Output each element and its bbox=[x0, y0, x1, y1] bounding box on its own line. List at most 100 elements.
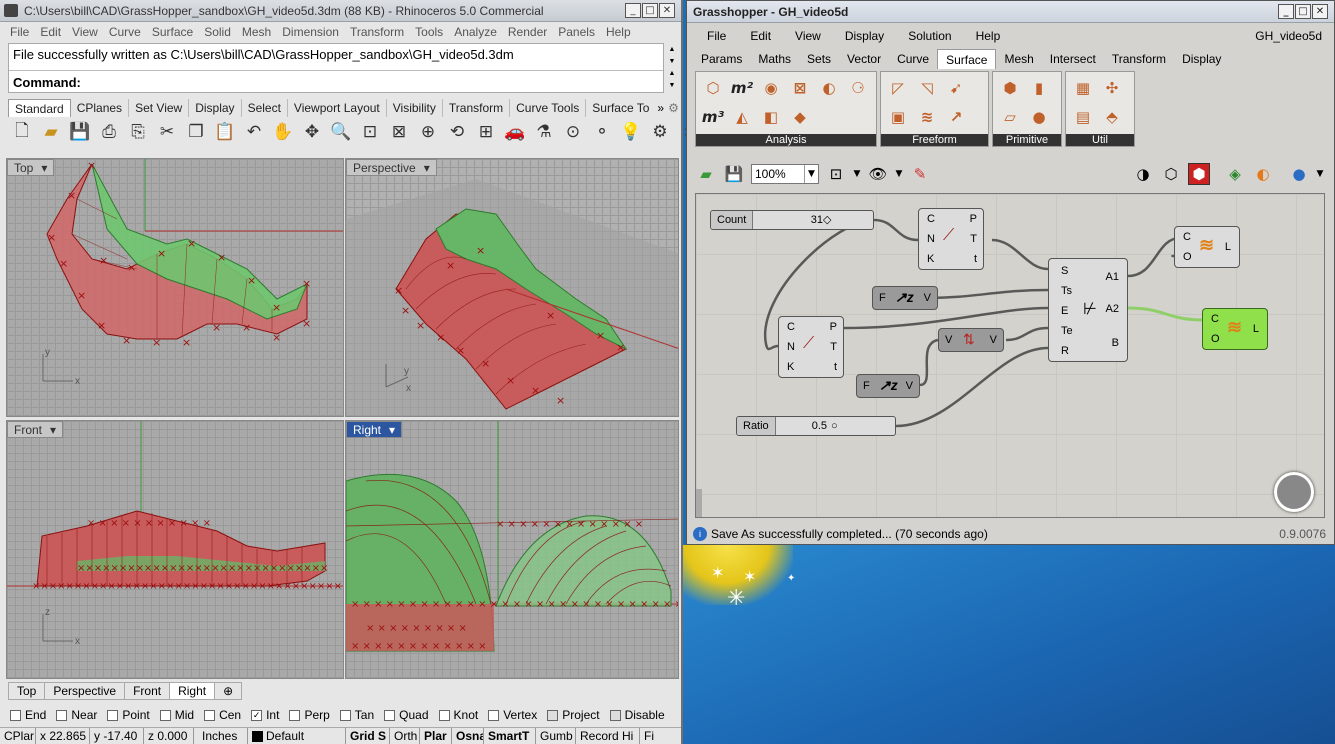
port-t-param[interactable]: t bbox=[974, 253, 977, 265]
loft-node-2[interactable]: C O ≋ L bbox=[1202, 308, 1268, 350]
undo-view-icon[interactable]: ⟲ bbox=[445, 120, 469, 144]
gh-close-button[interactable]: ✕ bbox=[1312, 4, 1328, 19]
port-p[interactable]: P bbox=[970, 213, 977, 225]
chevron-down-icon[interactable]: ▾ bbox=[41, 160, 47, 175]
properties-icon[interactable]: ⚗ bbox=[532, 120, 556, 144]
chevron-down-icon[interactable]: ▼ bbox=[804, 165, 818, 183]
tab-cplanes[interactable]: CPlanes bbox=[71, 99, 130, 117]
pan-hand-icon[interactable]: ✋ bbox=[271, 120, 295, 144]
osnap-project[interactable]: Project bbox=[547, 707, 600, 723]
export-icon[interactable]: ⎘ bbox=[126, 120, 150, 144]
info-icon[interactable]: i bbox=[693, 527, 707, 541]
chevron-down-icon[interactable]: ▼ bbox=[895, 163, 903, 185]
cut-icon[interactable]: ✂ bbox=[155, 120, 179, 144]
gh-tab-params[interactable]: Params bbox=[693, 49, 750, 69]
port-a2[interactable]: A2 bbox=[1106, 303, 1119, 315]
gh-tab-mesh[interactable]: Mesh bbox=[996, 49, 1041, 69]
gh-menu-file[interactable]: File bbox=[707, 25, 726, 47]
status-planar[interactable]: Plar bbox=[420, 728, 452, 744]
zoom-extents-icon[interactable]: ⊡ bbox=[825, 163, 847, 185]
rhino-titlebar[interactable]: C:\Users\bill\CAD\GrassHopper_sandbox\GH… bbox=[0, 0, 681, 22]
scroll-up-icon[interactable]: ▲ bbox=[665, 68, 679, 80]
menu-curve[interactable]: Curve bbox=[109, 22, 141, 42]
menu-surface[interactable]: Surface bbox=[152, 22, 193, 42]
open-file-icon[interactable]: ▰ bbox=[695, 163, 717, 185]
osnap-int[interactable]: ✓ Int bbox=[251, 707, 279, 723]
port-f[interactable]: F bbox=[879, 292, 886, 304]
maximize-button[interactable]: □ bbox=[642, 3, 658, 18]
rhino-app-icon[interactable] bbox=[4, 4, 18, 17]
port-c[interactable]: C bbox=[927, 213, 935, 225]
port-e[interactable]: E bbox=[1061, 305, 1068, 317]
osnap-mid[interactable]: Mid bbox=[159, 707, 194, 723]
gh-tab-vector[interactable]: Vector bbox=[839, 49, 889, 69]
port-c[interactable]: C bbox=[1211, 313, 1219, 325]
menu-analyze[interactable]: Analyze bbox=[454, 22, 497, 42]
new-file-icon[interactable]: 🗋 bbox=[10, 120, 34, 144]
flip-curve-node-1[interactable]: F ↗z V bbox=[872, 286, 938, 310]
tab-viewport-layout[interactable]: Viewport Layout bbox=[288, 99, 387, 117]
osnap-quad[interactable]: Quad bbox=[384, 707, 429, 723]
divide-surface-icon[interactable]: ▦ bbox=[1070, 76, 1096, 100]
volume-icon[interactable]: m³ bbox=[700, 105, 726, 129]
menu-render[interactable]: Render bbox=[508, 22, 547, 42]
chevron-down-icon[interactable]: ▾ bbox=[389, 422, 395, 437]
paste-icon[interactable]: 📋 bbox=[213, 120, 237, 144]
osnap-knot[interactable]: Knot bbox=[438, 707, 478, 723]
principal-curvature-icon[interactable]: ◆ bbox=[787, 105, 813, 129]
tab-standard[interactable]: Standard bbox=[8, 99, 71, 117]
brep-edges-icon[interactable]: ◉ bbox=[758, 76, 784, 100]
slider-handle-icon[interactable]: ○ bbox=[831, 417, 838, 435]
status-layer[interactable]: Default bbox=[248, 728, 346, 744]
zoom-extents-icon[interactable]: ⊠ bbox=[387, 120, 411, 144]
sweep-icon[interactable]: ↗ bbox=[943, 105, 969, 129]
port-r[interactable]: R bbox=[1061, 345, 1069, 357]
gh-menu-help[interactable]: Help bbox=[976, 25, 1001, 47]
menu-file[interactable]: File bbox=[10, 22, 29, 42]
gh-menu-edit[interactable]: Edit bbox=[750, 25, 771, 47]
osnap-tan[interactable]: Tan bbox=[339, 707, 374, 723]
loft-icon[interactable]: ≋ bbox=[914, 105, 940, 129]
port-p[interactable]: P bbox=[830, 321, 837, 333]
vp-tab-top[interactable]: Top bbox=[8, 682, 46, 700]
osculating-icon[interactable]: ◧ bbox=[758, 105, 784, 129]
port-v[interactable]: V bbox=[945, 334, 952, 346]
port-c[interactable]: C bbox=[787, 321, 795, 333]
edge-surface-icon[interactable]: ▣ bbox=[885, 105, 911, 129]
menu-edit[interactable]: Edit bbox=[40, 22, 61, 42]
port-t[interactable]: T bbox=[970, 233, 977, 245]
4point-surface-icon[interactable]: ◸ bbox=[885, 76, 911, 100]
zoom-selected-icon[interactable]: ⊕ bbox=[416, 120, 440, 144]
viewport-label-perspective[interactable]: Perspective ▾ bbox=[346, 159, 437, 176]
canvas-navigator[interactable] bbox=[1274, 472, 1314, 512]
reverse-vector-node[interactable]: V ⇅ V bbox=[938, 328, 1004, 352]
gh-maximize-button[interactable]: □ bbox=[1295, 4, 1311, 19]
area-icon[interactable]: m² bbox=[729, 76, 755, 100]
four-view-icon[interactable]: ⊞ bbox=[474, 120, 498, 144]
osnap-cen[interactable]: Cen bbox=[204, 707, 241, 723]
gh-menu-solution[interactable]: Solution bbox=[908, 25, 951, 47]
menu-panels[interactable]: Panels bbox=[558, 22, 595, 42]
menu-tools[interactable]: Tools bbox=[415, 22, 443, 42]
plane-surface-icon[interactable]: ▱ bbox=[997, 105, 1023, 129]
car-render-icon[interactable]: 🚗 bbox=[503, 120, 527, 144]
tab-curve-tools[interactable]: Curve Tools bbox=[510, 99, 587, 117]
menu-mesh[interactable]: Mesh bbox=[242, 22, 271, 42]
viewport-label-top[interactable]: Top ▾ bbox=[7, 159, 55, 176]
surface-frames-icon[interactable]: ▤ bbox=[1070, 105, 1096, 129]
options-icon[interactable]: ⚙ bbox=[648, 120, 672, 144]
osnap-icon[interactable]: ⊙ bbox=[561, 120, 585, 144]
port-l[interactable]: L bbox=[1225, 241, 1231, 253]
tab-display[interactable]: Display bbox=[189, 99, 242, 117]
add-viewport-icon[interactable]: ⊕ bbox=[214, 682, 243, 700]
chevron-down-icon[interactable]: ▼ bbox=[1316, 163, 1324, 185]
gh-tab-intersect[interactable]: Intersect bbox=[1042, 49, 1104, 69]
divide-curve-node-1[interactable]: C N K P T t ⟋ bbox=[918, 208, 984, 270]
save-icon[interactable]: 💾 bbox=[68, 120, 92, 144]
viewport-perspective[interactable]: × × × × × × × × × × × × × × yx Perspective ▾ bbox=[345, 158, 679, 417]
preview-off-icon[interactable]: ◑ bbox=[1132, 163, 1154, 185]
status-record-history[interactable]: Record Hi bbox=[576, 728, 640, 744]
status-osnap[interactable]: Osna bbox=[452, 728, 484, 744]
print-icon[interactable]: ⎙ bbox=[97, 120, 121, 144]
port-v[interactable]: V bbox=[990, 334, 997, 346]
